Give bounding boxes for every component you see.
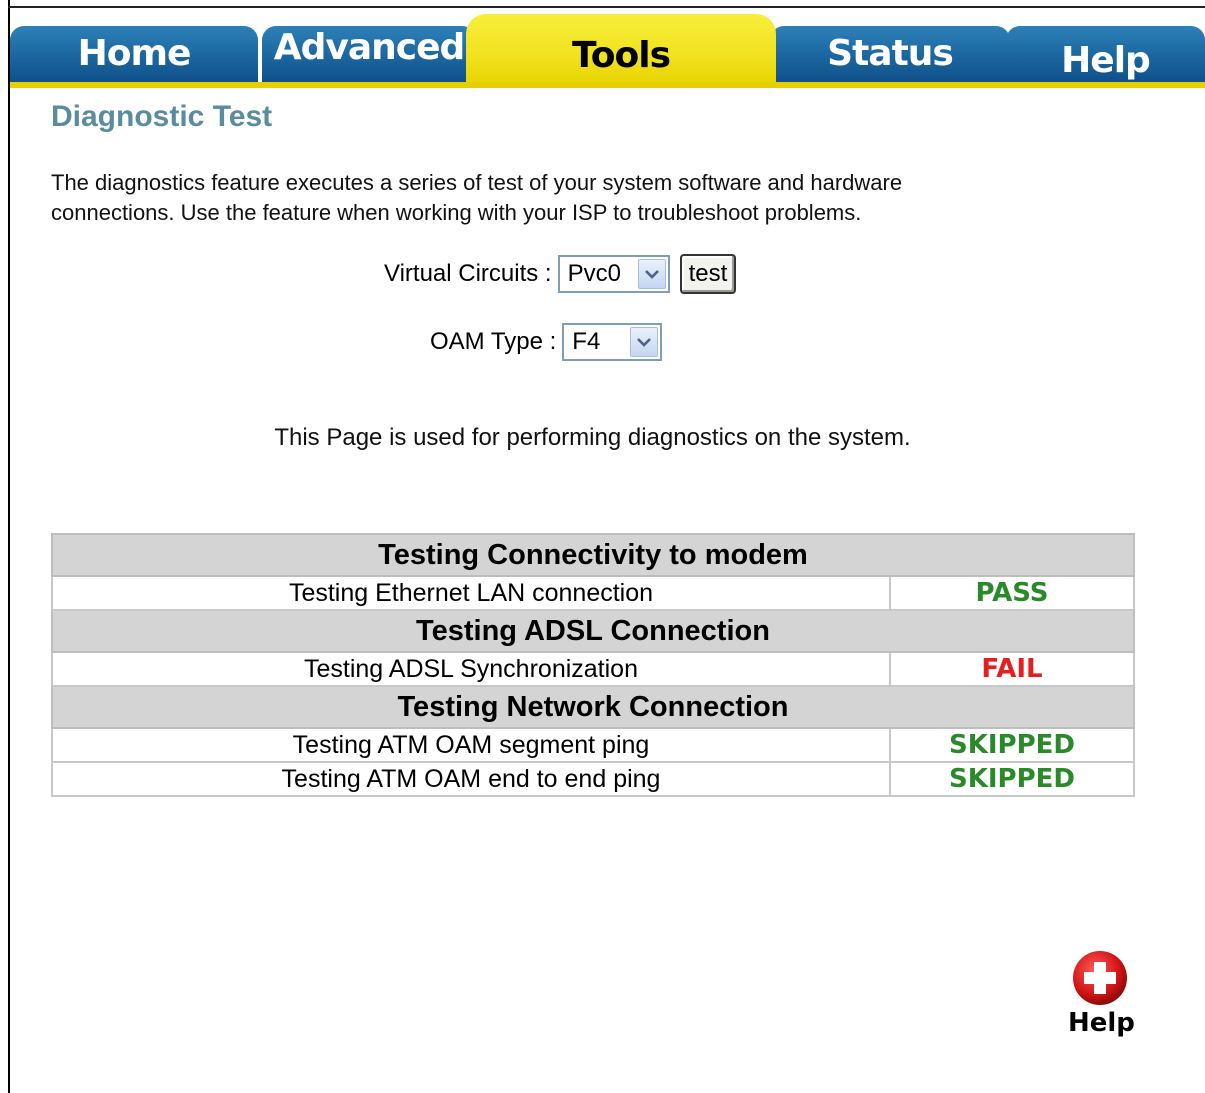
table-row: Testing Ethernet LAN connection PASS xyxy=(51,575,1135,611)
test-button[interactable]: test xyxy=(679,254,737,294)
test-name: Testing ATM OAM segment ping xyxy=(51,727,891,763)
tab-underline xyxy=(10,82,1205,88)
section-header-row: Testing Network Connection xyxy=(51,685,1135,729)
test-status: FAIL xyxy=(889,651,1135,687)
oam-type-value: F4 xyxy=(572,328,601,355)
oam-type-row: OAM Type : F4 xyxy=(430,322,663,362)
main-nav-tabs: Home Advanced Status Tools Help xyxy=(10,8,1205,88)
table-row: Testing ATM OAM segment ping SKIPPED xyxy=(51,727,1135,763)
tab-advanced[interactable]: Advanced xyxy=(262,26,476,84)
tab-home[interactable]: Home xyxy=(10,26,258,84)
oam-type-select[interactable]: F4 xyxy=(562,323,663,361)
tab-status[interactable]: Status xyxy=(770,26,1010,84)
virtual-circuits-label: Virtual Circuits : xyxy=(384,260,552,287)
help-plus-icon[interactable] xyxy=(1072,950,1128,1006)
section-header-row: Testing ADSL Connection xyxy=(51,609,1135,653)
page-title: Diagnostic Test xyxy=(51,100,273,133)
virtual-circuits-select[interactable]: Pvc0 xyxy=(557,255,670,293)
section-heading: Testing ADSL Connection xyxy=(51,609,1135,653)
section-header-row: Testing Connectivity to modem xyxy=(51,533,1135,577)
test-status: SKIPPED xyxy=(889,761,1135,797)
page-description: This Page is used for performing diagnos… xyxy=(274,424,911,451)
chevron-down-icon[interactable] xyxy=(637,259,666,289)
test-name: Testing ATM OAM end to end ping xyxy=(51,761,891,797)
intro-text: The diagnostics feature executes a serie… xyxy=(51,170,903,225)
table-row: Testing ADSL Synchronization FAIL xyxy=(51,651,1135,687)
tab-tools[interactable]: Tools xyxy=(466,14,776,84)
oam-type-label: OAM Type : xyxy=(430,328,557,355)
section-heading: Testing Connectivity to modem xyxy=(51,533,1135,577)
diagnostic-results-table: Testing Connectivity to modem Testing Et… xyxy=(51,533,1135,797)
window-border-left xyxy=(8,0,10,1093)
tab-help[interactable]: Help xyxy=(1006,26,1205,84)
section-heading: Testing Network Connection xyxy=(51,685,1135,729)
test-status: SKIPPED xyxy=(889,727,1135,763)
help-link[interactable]: Help xyxy=(1068,950,1135,1038)
table-row: Testing ATM OAM end to end ping SKIPPED xyxy=(51,761,1135,797)
test-name: Testing ADSL Synchronization xyxy=(51,651,891,687)
test-name: Testing Ethernet LAN connection xyxy=(51,575,891,611)
chevron-down-icon[interactable] xyxy=(630,327,659,357)
virtual-circuits-row: Virtual Circuits : Pvc0 test xyxy=(384,254,737,294)
test-status: PASS xyxy=(889,575,1135,611)
virtual-circuits-value: Pvc0 xyxy=(567,260,621,287)
help-label[interactable]: Help xyxy=(1068,1008,1135,1038)
